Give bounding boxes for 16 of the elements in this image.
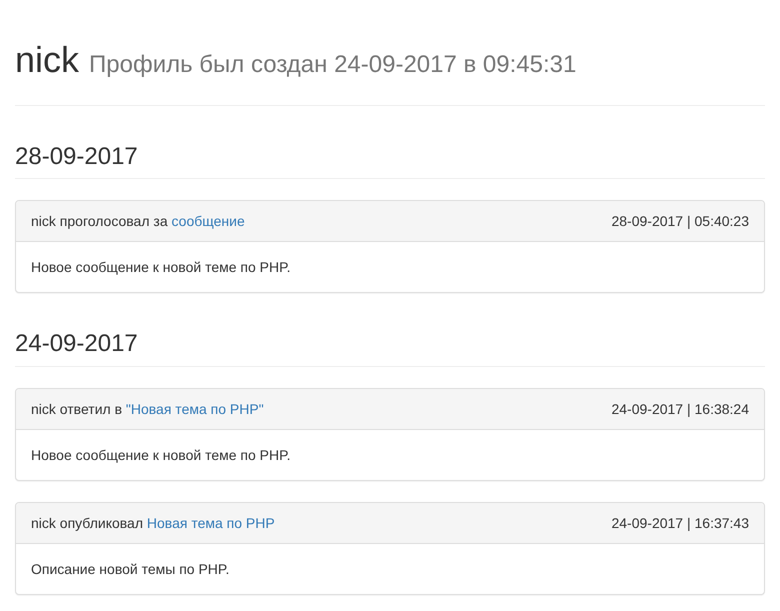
username: nick xyxy=(15,40,80,80)
profile-created-text: Профиль был создан 24-09-2017 в 09:45:31 xyxy=(89,50,576,80)
date-heading: 28-09-2017 xyxy=(15,144,138,170)
event-timestamp: 24-09-2017 | 16:38:24 xyxy=(611,400,749,419)
event-body-text: Новое сообщение к новой теме по PHP. xyxy=(31,446,291,465)
event-link[interactable]: Новая тема по PHP xyxy=(146,514,275,531)
event-description: nick опубликовал Новая тема по PHP xyxy=(31,514,275,533)
date-heading: 24-09-2017 xyxy=(15,331,138,358)
event-link[interactable]: "Новая тема по PHP" xyxy=(126,400,264,417)
event-description: nick ответил в "Новая тема по PHP" xyxy=(31,400,264,419)
event-link[interactable]: сообщение xyxy=(172,213,245,230)
event-body-text: Новое сообщение к новой теме по PHP. xyxy=(31,258,291,278)
event-timestamp: 24-09-2017 | 16:37:43 xyxy=(611,514,749,533)
event-description: nick проголосовал за сообщение xyxy=(31,212,245,232)
event-body-text: Описание новой темы по PHP. xyxy=(31,560,230,579)
event-timestamp: 28-09-2017 | 05:40:23 xyxy=(611,212,749,232)
